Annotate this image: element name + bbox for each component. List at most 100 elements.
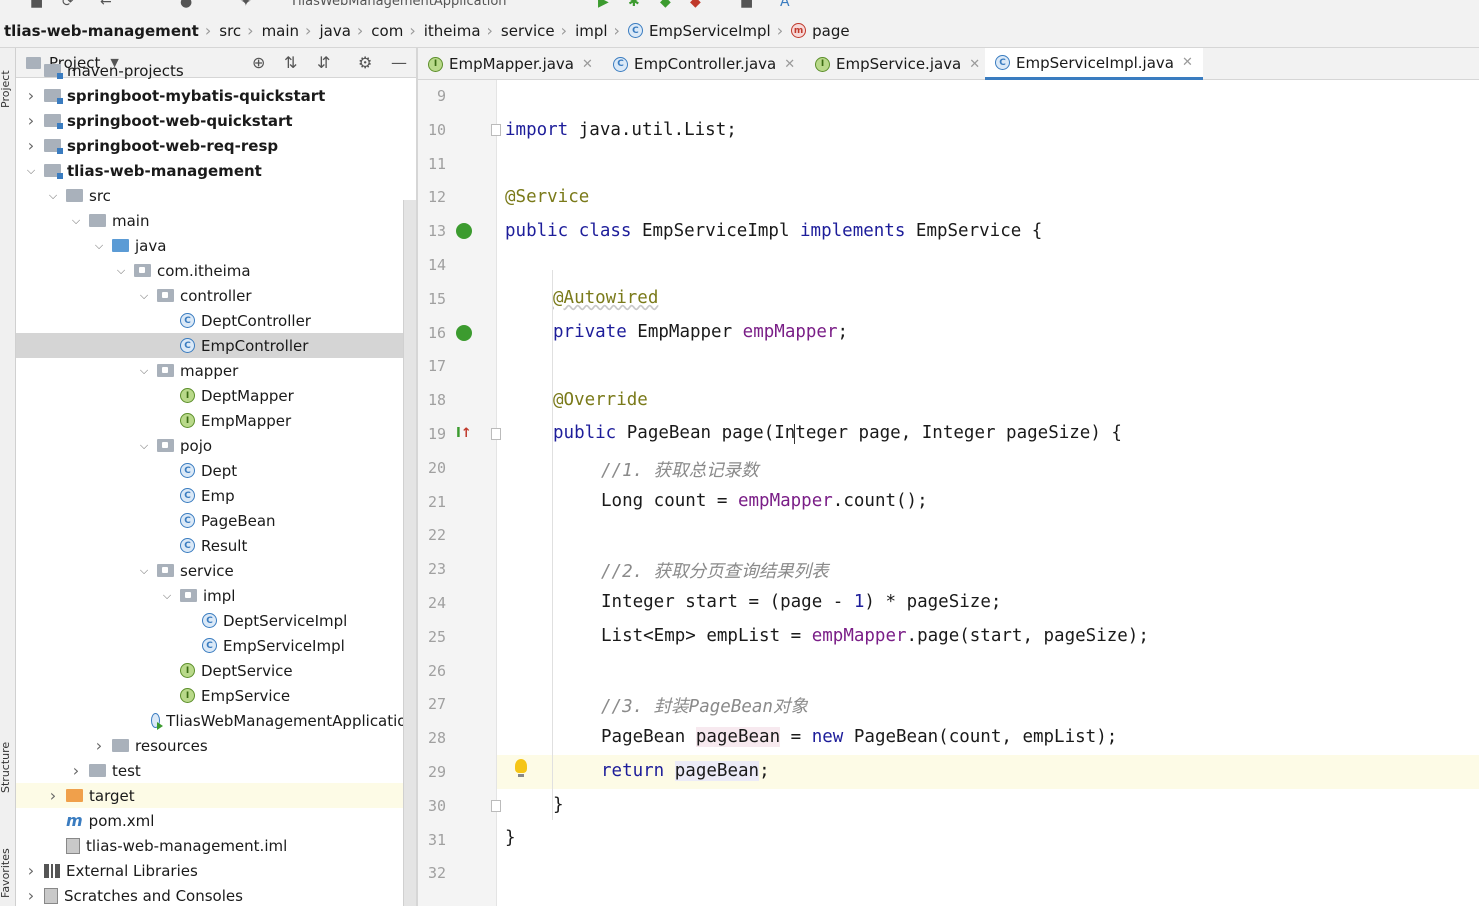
tab-empservice[interactable]: I EmpService.java ✕ (815, 48, 980, 80)
folder-icon (89, 764, 106, 777)
tree-item[interactable]: I EmpMapper (16, 408, 416, 433)
chevron-down-icon[interactable]: ⌵ (24, 164, 38, 178)
tree-item[interactable]: C PageBean (16, 508, 416, 533)
close-icon[interactable]: ✕ (1182, 55, 1193, 70)
tree-item-label: EmpMapper (201, 411, 292, 430)
spring-bean-icon[interactable] (456, 223, 472, 243)
structure-tool-tab[interactable]: Structure (0, 742, 12, 793)
tree-item[interactable]: › target (16, 783, 416, 808)
tree-item[interactable]: ⌵ pojo (16, 433, 416, 458)
chevron-right-icon[interactable]: › (24, 861, 38, 880)
lightbulb-icon[interactable] (515, 759, 527, 777)
tree-item[interactable]: C Emp (16, 483, 416, 508)
project-tool-tab[interactable]: Project (0, 70, 12, 108)
favorites-tool-tab[interactable]: Favorites (0, 848, 12, 898)
breadcrumb-item-java[interactable]: java (319, 22, 350, 40)
coverage-icon[interactable]: ◆ (660, 0, 671, 10)
breadcrumb-item-itheima[interactable]: itheima (424, 22, 481, 40)
fold-icon[interactable] (491, 124, 501, 136)
breadcrumb-item-src[interactable]: src (219, 22, 241, 40)
run-icon[interactable]: ▶ (598, 0, 609, 10)
tree-item[interactable]: › springboot-mybatis-quickstart (16, 83, 416, 108)
chevron-right-icon[interactable]: › (24, 86, 38, 105)
debug-icon[interactable]: ✱ (628, 0, 640, 10)
chevron-down-icon[interactable]: ⌵ (160, 589, 174, 603)
tree-item[interactable]: ⌵ tlias-web-management (16, 158, 416, 183)
tree-item[interactable]: C DeptController (16, 308, 416, 333)
tree-item[interactable]: › test (16, 758, 416, 783)
tree-item[interactable]: maven-projects (16, 58, 416, 83)
translate-icon[interactable]: A (780, 0, 790, 10)
chevron-down-icon[interactable]: ⌵ (114, 264, 128, 278)
breadcrumb-item-impl[interactable]: impl (575, 22, 607, 40)
autowired-bean-icon[interactable] (456, 325, 472, 345)
code-editor[interactable]: 9 10 11 12 13 14 15 16 17 18 19 20 21 22 23 24 25 26 27 28 2… (418, 80, 1479, 906)
chevron-right-icon[interactable]: › (24, 886, 38, 905)
chevron-right-icon[interactable]: › (24, 136, 38, 155)
close-icon[interactable]: ✕ (582, 57, 593, 72)
back-icon[interactable]: ← (100, 0, 112, 10)
chevron-down-icon[interactable]: ⌵ (92, 239, 106, 253)
tab-empserviceimpl[interactable]: C EmpServiceImpl.java ✕ (985, 48, 1203, 80)
fold-icon[interactable] (491, 428, 501, 440)
chevron-down-icon[interactable]: ⌵ (137, 564, 151, 578)
tree-item-label: test (112, 761, 141, 780)
tree-item[interactable]: C EmpController (16, 333, 416, 358)
tree-item[interactable]: ⌵ impl (16, 583, 416, 608)
chevron-right-icon[interactable]: › (24, 111, 38, 130)
tree-item[interactable]: › Scratches and Consoles (16, 883, 416, 906)
tree-item[interactable]: m pom.xml (16, 808, 416, 833)
breadcrumb-item-method[interactable]: m page (791, 22, 850, 40)
tree-item[interactable]: C Dept (16, 458, 416, 483)
folder-icon (89, 214, 106, 227)
user-icon[interactable]: ● (180, 0, 192, 10)
tree-item[interactable]: I DeptMapper (16, 383, 416, 408)
save-icon[interactable]: ■ (30, 0, 43, 10)
tree-item[interactable]: ⌵ service (16, 558, 416, 583)
tree-item[interactable]: C DeptServiceImpl (16, 608, 416, 633)
chevron-down-icon[interactable]: ⌵ (137, 364, 151, 378)
breadcrumb-item-com[interactable]: com (371, 22, 403, 40)
breadcrumb-item-project[interactable]: tlias-web-management (4, 22, 199, 40)
tree-item[interactable]: C Result (16, 533, 416, 558)
close-icon[interactable]: ✕ (784, 57, 795, 72)
chevron-right-icon[interactable]: › (69, 761, 83, 780)
breadcrumb-item-service[interactable]: service (501, 22, 555, 40)
run-config-select[interactable]: TliasWebManagementApplication (290, 0, 507, 9)
chevron-right-icon[interactable]: › (92, 736, 106, 755)
chevron-right-icon[interactable]: › (46, 786, 60, 805)
tree-item[interactable]: tlias-web-management.iml (16, 833, 416, 858)
chevron-down-icon[interactable]: ⌵ (46, 189, 60, 203)
tab-empcontroller[interactable]: C EmpController.java ✕ (613, 48, 795, 80)
breadcrumb-item-class[interactable]: C EmpServiceImpl (627, 22, 771, 40)
tree-item[interactable]: › resources (16, 733, 416, 758)
chevron-down-icon[interactable]: ⌵ (137, 439, 151, 453)
code-line-16: private EmpMapper empMapper; (553, 322, 849, 342)
chevron-down-icon[interactable]: ⌵ (69, 214, 83, 228)
tree-item[interactable]: ⌵ mapper (16, 358, 416, 383)
stop-icon[interactable]: ■ (740, 0, 753, 10)
tree-item[interactable]: TliasWebManagementApplication (16, 708, 416, 733)
sync-icon[interactable]: ⟳ (62, 0, 74, 10)
tree-item[interactable]: ⌵ com.itheima (16, 258, 416, 283)
hammer-icon[interactable]: ✦ (240, 0, 252, 10)
chevron-down-icon[interactable]: ⌵ (137, 289, 151, 303)
breadcrumb-item-main[interactable]: main (262, 22, 299, 40)
fold-icon[interactable] (491, 800, 501, 812)
tree-item-label: resources (135, 736, 208, 755)
tree-item[interactable]: ⌵ java (16, 233, 416, 258)
tab-empmapper[interactable]: I EmpMapper.java ✕ (428, 48, 593, 80)
project-scrollbar[interactable] (403, 200, 416, 906)
tree-item[interactable]: ⌵ main (16, 208, 416, 233)
tree-item[interactable]: › External Libraries (16, 858, 416, 883)
close-icon[interactable]: ✕ (969, 57, 980, 72)
implements-method-icon[interactable]: I↑ (456, 426, 472, 441)
tree-item[interactable]: C EmpServiceImpl (16, 633, 416, 658)
tree-item[interactable]: › springboot-web-req-resp (16, 133, 416, 158)
tree-item[interactable]: › springboot-web-quickstart (16, 108, 416, 133)
tree-item[interactable]: I EmpService (16, 683, 416, 708)
tree-item[interactable]: ⌵ controller (16, 283, 416, 308)
profile-icon[interactable]: ◆ (690, 0, 701, 10)
tree-item[interactable]: ⌵ src (16, 183, 416, 208)
tree-item[interactable]: I DeptService (16, 658, 416, 683)
